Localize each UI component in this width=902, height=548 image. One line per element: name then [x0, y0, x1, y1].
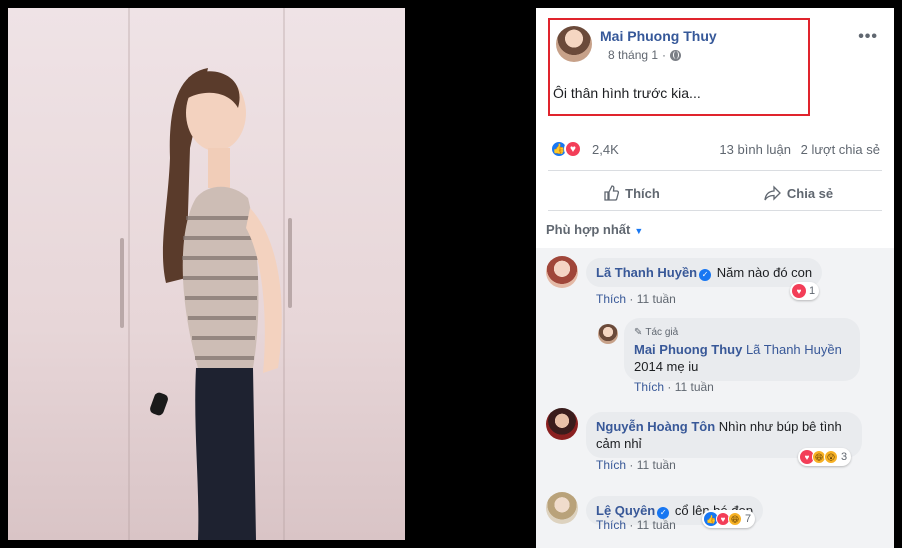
globe-icon[interactable] [670, 49, 682, 61]
comments-section: Lã Thanh Huyền ✓ Năm nào đó con ♥ 1 Thích… [536, 248, 894, 548]
reaction-icons[interactable]: 👍 ♥ [550, 140, 582, 158]
post-photo[interactable] [8, 8, 405, 540]
reaction-count: 7 [745, 513, 752, 525]
meta-separator: · [662, 48, 667, 62]
comment-time[interactable]: 11 tuần [637, 292, 676, 306]
more-options-icon[interactable]: ••• [858, 28, 878, 46]
chevron-down-icon: ▼ [634, 226, 644, 236]
author-tag-label: Tác giả [645, 327, 679, 338]
comment-text: Năm nào đó con [716, 265, 813, 280]
comment-like-link[interactable]: Thích [596, 518, 626, 532]
reply-bubble: ✎ Tác giả Mai Phuong Thuy Lã Thanh Huyền… [624, 318, 860, 381]
divider [548, 170, 882, 171]
commenter-avatar[interactable] [546, 408, 578, 440]
commenter-name[interactable]: Nguyễn Hoàng Tôn [596, 419, 715, 434]
thumbs-up-icon [604, 185, 620, 201]
like-button[interactable]: Thích [548, 176, 715, 210]
pencil-icon: ✎ [634, 327, 643, 338]
love-reaction-icon: ♥ [564, 140, 582, 158]
comment-time[interactable]: 11 tuần [675, 380, 714, 394]
comment-reactions[interactable]: 👍 ♥ 😆 7 [702, 510, 756, 528]
comment-bubble: Lã Thanh Huyền ✓ Năm nào đó con [586, 258, 823, 287]
commenter-name[interactable]: Mai Phuong Thuy [634, 342, 742, 357]
post-panel: Mai Phuong Thuy 8 tháng 1 · Ôi thân hình… [536, 8, 894, 548]
comment-count[interactable]: 13 bình luận [719, 142, 791, 157]
author-name[interactable]: Mai Phuong Thuy [600, 28, 717, 44]
commenter-name[interactable]: Lã Thanh Huyền [596, 265, 697, 280]
comment-meta: Thích · 11 tuần [596, 292, 676, 306]
sort-label: Phù hợp nhất [546, 222, 631, 237]
wow-reaction-icon: 😮 [824, 450, 838, 464]
share-count[interactable]: 2 lượt chia sẻ [801, 142, 880, 157]
author-avatar[interactable] [556, 26, 592, 62]
reaction-count: 1 [809, 285, 816, 297]
mention-link[interactable]: Lã Thanh Huyền [746, 342, 842, 357]
share-arrow-icon [764, 185, 781, 201]
reaction-count[interactable]: 2,4K [592, 142, 619, 157]
comment-like-link[interactable]: Thích [634, 380, 664, 394]
commenter-avatar[interactable] [546, 492, 578, 524]
haha-reaction-icon: 😆 [728, 512, 742, 526]
comment-sort-dropdown[interactable]: Phù hợp nhất ▼ [546, 222, 643, 237]
comment-text: 2014 mẹ iu [634, 359, 699, 374]
woman-figure [150, 68, 282, 540]
like-button-label: Thích [625, 185, 660, 201]
post-actions: Thích Chia sẻ [548, 176, 882, 210]
comment-like-link[interactable]: Thích [596, 292, 626, 306]
love-reaction-icon: ♥ [792, 284, 806, 298]
comment-like-link[interactable]: Thích [596, 458, 626, 472]
comment-share-counts: 13 bình luận 2 lượt chia sẻ [719, 142, 880, 157]
comment-meta: Thích · 11 tuần [634, 380, 714, 394]
commenter-name[interactable]: Lệ Quyên [596, 503, 655, 518]
comment-meta: Thích · 11 tuần [596, 518, 676, 532]
author-tag: ✎ Tác giả [634, 324, 850, 341]
comment-reactions[interactable]: ♥ 1 [790, 282, 820, 300]
door-handle [120, 238, 124, 328]
comment-meta: Thích · 11 tuần [596, 458, 676, 472]
share-button-label: Chia sẻ [786, 185, 834, 201]
comment-time[interactable]: 11 tuần [637, 518, 676, 532]
commenter-avatar[interactable] [546, 256, 578, 288]
reaction-count: 3 [841, 451, 848, 463]
post-meta: 8 tháng 1 · [608, 48, 682, 62]
reaction-stats: 👍 ♥ 2,4K 13 bình luận 2 lượt chia sẻ [550, 140, 880, 160]
verified-badge-icon: ✓ [699, 269, 712, 281]
share-button[interactable]: Chia sẻ [715, 176, 882, 210]
comment-text-line2: cảm nhỉ [596, 436, 642, 451]
divider [548, 210, 882, 211]
photo-viewer [0, 0, 536, 548]
post-time[interactable]: 8 tháng 1 [608, 48, 658, 62]
reply-author-avatar[interactable] [598, 324, 618, 344]
comment-text-line1: Nhìn như búp bê tình [718, 419, 842, 434]
comment-time[interactable]: 11 tuần [637, 458, 676, 472]
door-line [128, 8, 130, 540]
post-text: Ôi thân hình trước kia... [553, 85, 701, 101]
comment-reactions[interactable]: ♥ 😆 😮 3 [798, 448, 852, 466]
highlighted-post-header: Mai Phuong Thuy 8 tháng 1 · Ôi thân hình… [548, 18, 810, 116]
